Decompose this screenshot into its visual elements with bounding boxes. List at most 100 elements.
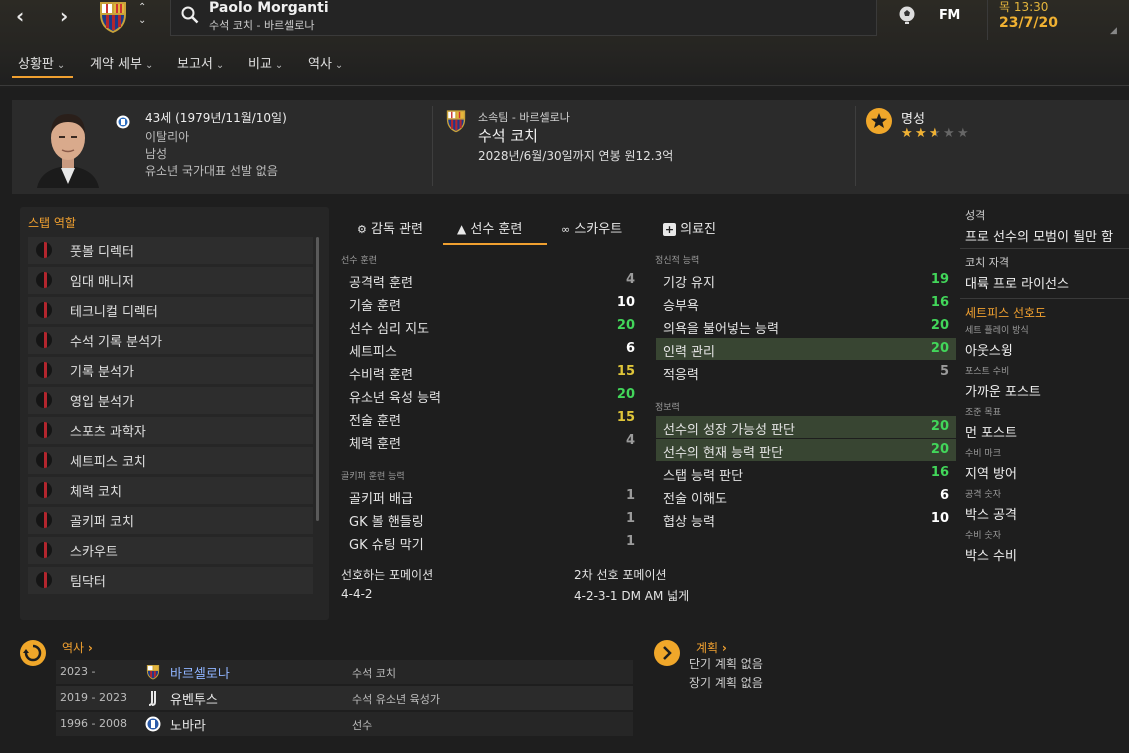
tab-history[interactable]: 역사 ⌄: [308, 53, 343, 72]
setpiece-label: 포스트 수비: [965, 367, 1010, 377]
history-years: 2019 - 2023: [60, 691, 127, 704]
history-row[interactable]: 2023 - 바르셀로나 수석 코치: [56, 660, 633, 684]
attribute-row[interactable]: 유소년 육성 능력 20: [342, 384, 642, 406]
history-role: 수석 유소년 육성가: [352, 693, 440, 706]
role-row[interactable]: 체력 코치: [28, 477, 313, 504]
attribute-row[interactable]: 적응력 5: [656, 361, 956, 383]
attribute-row[interactable]: 기강 유지 19: [656, 269, 956, 291]
attribute-name: 선수 심리 지도: [349, 322, 430, 337]
history-club[interactable]: 노바라: [170, 715, 206, 734]
tab-compare[interactable]: 비교 ⌄: [248, 53, 283, 72]
attribute-row[interactable]: 선수 심리 지도 20: [342, 315, 642, 337]
forward-arrow-icon[interactable]: ›: [60, 4, 68, 28]
fm-logo[interactable]: FM: [939, 8, 960, 23]
attribute-row[interactable]: 승부욕 16: [656, 292, 956, 314]
barcelona-crest-icon[interactable]: [96, 0, 130, 34]
coaching-badge-value: 대륙 프로 라이선스: [965, 277, 1069, 292]
coaching-badge-label: 코치 자격: [965, 256, 1009, 269]
role-row[interactable]: 스카우트: [28, 537, 313, 564]
football-icon[interactable]: [897, 5, 917, 25]
contract-info: 2028년/6월/30일까지 연봉 원12.3억: [478, 149, 674, 163]
role-row[interactable]: 스포츠 과학자: [28, 417, 313, 444]
role-label: 스카우트: [70, 545, 118, 560]
attribute-value: 20: [930, 442, 949, 457]
history-club[interactable]: 유벤투스: [170, 689, 218, 708]
divider: [432, 106, 433, 186]
history-row[interactable]: 2019 - 2023 유벤투스 수석 유소년 육성가: [56, 686, 633, 710]
next-icon[interactable]: ⌄: [138, 15, 146, 26]
search-icon: [181, 6, 199, 24]
attribute-row[interactable]: 선수의 현재 능력 판단 20: [656, 439, 956, 461]
attribute-row[interactable]: 수비력 훈련 15: [342, 361, 642, 383]
club-label[interactable]: 소속팀 - 바르셀로나: [478, 109, 570, 125]
attribute-row[interactable]: GK 슈팅 막기 1: [342, 531, 642, 553]
attribute-row[interactable]: 골키퍼 배급 1: [342, 485, 642, 507]
history-title[interactable]: 역사 ›: [62, 639, 93, 656]
star-icon: ★ ★: [901, 126, 913, 141]
role-row[interactable]: 임대 매니저: [28, 267, 313, 294]
attribute-row[interactable]: GK 볼 핸들링 1: [342, 508, 642, 530]
tab-medical[interactable]: + 의료진: [663, 218, 716, 237]
attribute-name: 전술 훈련: [349, 414, 401, 429]
tab-contract[interactable]: 계약 세부 ⌄: [90, 53, 153, 72]
role-row[interactable]: 골키퍼 코치: [28, 507, 313, 534]
chevron-down-icon: ⌄: [56, 60, 66, 71]
role-row[interactable]: 영입 분석가: [28, 387, 313, 414]
role-row[interactable]: 기록 분석가: [28, 357, 313, 384]
history-title-text: 역사: [62, 641, 85, 655]
attribute-value: 4: [625, 433, 635, 448]
attribute-row[interactable]: 협상 능력 10: [656, 508, 956, 530]
role-label: 테크니컬 디렉터: [70, 305, 158, 320]
role-label: 기록 분석가: [70, 365, 134, 380]
attribute-row[interactable]: 의욕을 불어넣는 능력 20: [656, 315, 956, 337]
profile-header: 43세 (1979년/11월/10일) 이탈리아 남성 유소년 국가대표 선발 …: [12, 100, 1129, 194]
role-label: 체력 코치: [70, 485, 122, 500]
plans-title[interactable]: 계획 ›: [696, 639, 727, 656]
chevron-right-icon: ›: [721, 641, 727, 655]
search-box[interactable]: Paolo Morganti 수석 코치 - 바르셀로나: [170, 0, 877, 36]
preferred-formation: 4-4-2: [341, 587, 373, 601]
star-icon: ★: [943, 126, 955, 141]
attribute-name: GK 볼 핸들링: [349, 515, 424, 530]
back-arrow-icon[interactable]: ‹: [16, 4, 24, 28]
attribute-row[interactable]: 공격력 훈련 4: [342, 269, 642, 291]
tab-scouting[interactable]: ∞ 스카우트: [561, 218, 622, 237]
tab-coaching[interactable]: ▲ 선수 훈련: [457, 218, 522, 237]
attribute-row[interactable]: 세트피스 6: [342, 338, 642, 360]
role-icon: [36, 272, 52, 288]
setpiece-label: 수비 마크: [965, 449, 1001, 459]
setpiece-value: 먼 포스트: [965, 426, 1017, 441]
attribute-row[interactable]: 전술 훈련 15: [342, 407, 642, 429]
attribute-row[interactable]: 기술 훈련 10: [342, 292, 642, 314]
attribute-row[interactable]: 스탭 능력 판단 16: [656, 462, 956, 484]
divider: [960, 298, 1129, 299]
attribute-value: 1: [625, 534, 635, 549]
chevron-right-icon: ›: [87, 641, 93, 655]
history-row[interactable]: 1996 - 2008 노바라 선수: [56, 712, 633, 736]
scrollbar[interactable]: [316, 237, 319, 521]
plans-title-text: 계획: [696, 641, 719, 655]
role-row[interactable]: 풋볼 디렉터: [28, 237, 313, 264]
date-panel[interactable]: 목 13:30 23/7/20: [987, 0, 1129, 40]
tab-manager[interactable]: ⚙ 감독 관련: [357, 218, 423, 237]
attribute-row[interactable]: 선수의 성장 가능성 판단 20: [656, 416, 956, 438]
role-icon: [36, 512, 52, 528]
cone-icon: ▲: [457, 222, 467, 236]
role-row[interactable]: 세트피스 코치: [28, 447, 313, 474]
tab-reports[interactable]: 보고서 ⌄: [177, 53, 224, 72]
attribute-name: 인력 관리: [663, 345, 715, 360]
attribute-row[interactable]: 체력 훈련 4: [342, 430, 642, 452]
top-bar: ‹ › ⌃ ⌄ Paolo Morganti 수석 코치 - 바르셀로나 FM …: [0, 0, 1129, 88]
previous-icon[interactable]: ⌃: [138, 2, 146, 13]
attribute-value: 1: [625, 488, 635, 503]
tab-overview[interactable]: 상황판 ⌄: [18, 53, 65, 72]
attribute-value: 20: [930, 419, 949, 434]
attribute-row[interactable]: 인력 관리 20: [656, 338, 956, 360]
history-club[interactable]: 바르셀로나: [170, 663, 230, 682]
attribute-row[interactable]: 전술 이해도 6: [656, 485, 956, 507]
role-row[interactable]: 수석 기록 분석가: [28, 327, 313, 354]
role-row[interactable]: 테크니컬 디렉터: [28, 297, 313, 324]
attribute-name: 선수의 성장 가능성 판단: [663, 423, 795, 438]
window-resize-icon[interactable]: ◢: [1110, 26, 1117, 36]
role-row[interactable]: 팀닥터: [28, 567, 313, 594]
